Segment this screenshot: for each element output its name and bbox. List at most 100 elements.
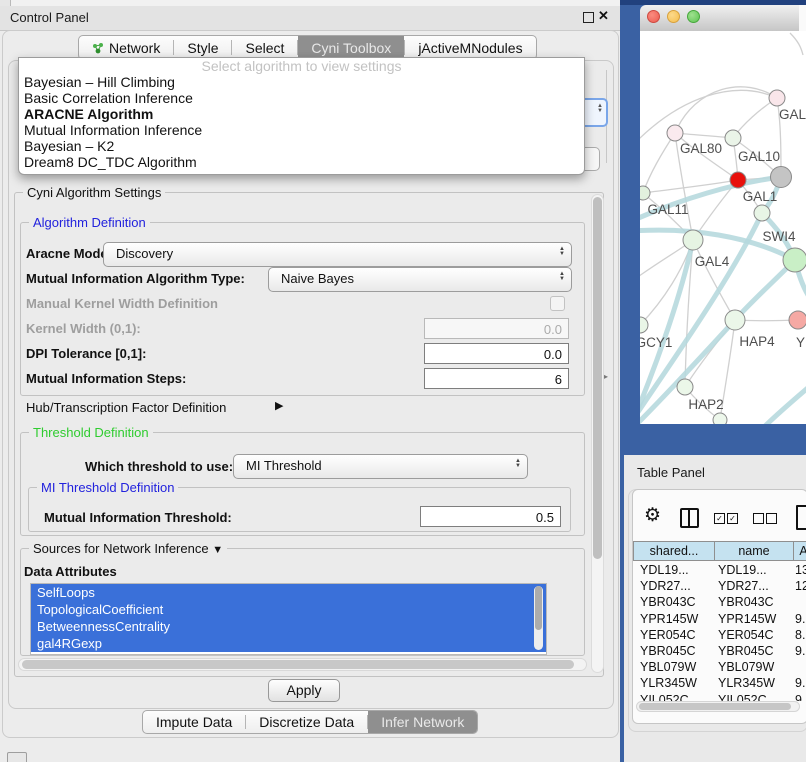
algorithm-option-bayesian-hill-climbing[interactable]: Bayesian – Hill Climbing [19, 74, 584, 90]
column-header-name[interactable]: name [714, 541, 793, 561]
network-node-gal10[interactable] [725, 130, 741, 146]
hidden-panel-button[interactable] [7, 752, 27, 762]
column-header-shared[interactable]: shared... [633, 541, 714, 561]
checked-checkbox-icon[interactable]: ✓ [727, 513, 738, 524]
close-icon[interactable]: ✕ [598, 8, 609, 24]
node-label: GAL4 [695, 254, 730, 269]
zoom-traffic-light[interactable] [687, 10, 700, 23]
network-node-hap4[interactable] [725, 310, 745, 330]
settings-hscrollbar[interactable] [18, 658, 587, 671]
attributes-scrollbar-thumb[interactable] [535, 586, 542, 630]
combo-spinner-icon: ▲▼ [559, 272, 565, 282]
settings-hscrollbar-thumb[interactable] [22, 660, 574, 669]
tab-infer-network[interactable]: Infer Network [368, 711, 477, 733]
split-columns-icon[interactable] [680, 508, 699, 528]
tab-select[interactable]: Select [232, 36, 297, 59]
network-node[interactable] [771, 167, 792, 188]
table-cell: YER054C [718, 627, 774, 643]
float-panel-icon[interactable] [583, 12, 594, 23]
table-cell: YDL19... [718, 562, 767, 578]
settings-scrollbar-thumb[interactable] [593, 197, 602, 559]
table-row[interactable]: YLR345WYLR345W9. [633, 675, 806, 691]
checked-checkbox-icon[interactable]: ✓ [714, 513, 725, 524]
expand-right-icon[interactable]: ▶ [275, 399, 283, 412]
dpi-tolerance-label: DPI Tolerance [0,1]: [26, 346, 146, 361]
attribute-item-selfloops[interactable]: SelfLoops [31, 584, 546, 601]
node-label: GAL80 [680, 141, 722, 156]
data-attributes-list[interactable]: SelfLoopsTopologicalCoefficientBetweenne… [30, 583, 547, 655]
node-label: SWI4 [762, 229, 795, 244]
splitter-collapse-icon[interactable]: ▸ [604, 372, 608, 381]
hub-section-label[interactable]: Hub/Transcription Factor Definition [26, 400, 226, 415]
algorithm-option-mutual-information-inference[interactable]: Mutual Information Inference [19, 122, 584, 138]
close-traffic-light[interactable] [647, 10, 660, 23]
network-node-gal11[interactable] [640, 186, 650, 200]
table-row[interactable]: YBR045CYBR045C9. [633, 643, 806, 659]
dpi-tolerance-field[interactable]: 0.0 [424, 343, 569, 364]
mi-threshold-field[interactable]: 0.5 [420, 506, 561, 527]
node-label: HAP4 [739, 334, 775, 349]
table-cell: 12 [795, 578, 806, 594]
mi-type-combo[interactable]: Naive Bayes ▲▼ [268, 267, 572, 292]
table-cell: 9. [795, 611, 805, 627]
table-row[interactable]: YDL19...YDL19...13 [633, 562, 806, 578]
aracne-mode-combo[interactable]: Discovery ▲▼ [103, 242, 572, 267]
network-window-titlebar[interactable] [640, 5, 799, 32]
table-row[interactable]: YBR043CYBR043C [633, 594, 806, 610]
tab-discretize-data[interactable]: Discretize Data [246, 711, 367, 733]
tab-impute-data[interactable]: Impute Data [143, 711, 245, 733]
tab-network[interactable]: Network [79, 36, 173, 59]
column-header-a[interactable]: A [793, 541, 806, 561]
network-canvas[interactable]: GALGAL80GAL10GAL1GAL11SWI4GAL4GCY1HAP4YH… [640, 31, 806, 424]
table-row[interactable]: YIL052CYIL052C9 [633, 692, 806, 702]
algorithm-definition-legend: Algorithm Definition [29, 215, 150, 230]
network-node-swi4[interactable] [754, 205, 770, 221]
table-hscrollbar-thumb[interactable] [639, 703, 791, 710]
network-node-hap2[interactable] [677, 379, 693, 395]
node-label: Y [796, 335, 805, 350]
mi-steps-label: Mutual Information Steps: [26, 371, 186, 386]
network-node[interactable] [783, 248, 806, 272]
tab-jactivemnodules[interactable]: jActiveMNodules [405, 36, 535, 59]
table-tool-icon[interactable] [796, 505, 806, 530]
kernel-width-field[interactable]: 0.0 [424, 318, 569, 339]
algorithm-option-basic-correlation-inference[interactable]: Basic Correlation Inference [19, 90, 584, 106]
node-label: HAP2 [688, 397, 723, 412]
gear-icon[interactable]: ⚙ [644, 504, 661, 527]
network-node-gal[interactable] [769, 90, 785, 106]
collapse-down-icon[interactable]: ▼ [212, 544, 223, 556]
table-row[interactable]: YER054CYER054C8. [633, 627, 806, 643]
network-node-gal80[interactable] [667, 125, 683, 141]
table-row[interactable]: YPR145WYPR145W9. [633, 611, 806, 627]
algorithm-option-aracne-algorithm[interactable]: ARACNE Algorithm [19, 106, 584, 122]
table-hscrollbar[interactable] [636, 701, 800, 712]
attribute-item-topologicalcoefficient[interactable]: TopologicalCoefficient [31, 601, 546, 618]
table-row[interactable]: YDR27...YDR27...12 [633, 578, 806, 594]
table-cell: YDR27... [640, 578, 691, 594]
attributes-scrollbar[interactable] [534, 586, 543, 650]
settings-scrollbar[interactable] [591, 194, 604, 673]
which-threshold-combo[interactable]: MI Threshold ▲▼ [233, 454, 528, 479]
tab-label: Select [245, 40, 284, 56]
algorithm-option-dream8-dc-tdc-algorithm[interactable]: Dream8 DC_TDC Algorithm [19, 154, 584, 170]
unchecked-checkbox-icon[interactable] [753, 513, 764, 524]
apply-button[interactable]: Apply [268, 679, 340, 702]
tab-style[interactable]: Style [174, 36, 231, 59]
table-cell: YBR045C [640, 643, 696, 659]
table-cell: YIL052C [640, 692, 689, 702]
network-node-gal1[interactable] [730, 172, 746, 188]
mi-steps-field[interactable]: 6 [424, 368, 569, 389]
network-node[interactable] [713, 413, 727, 424]
attribute-item-betweennesscentrality[interactable]: BetweennessCentrality [31, 618, 546, 635]
manual-kernel-checkbox[interactable] [550, 296, 565, 311]
minimize-traffic-light[interactable] [667, 10, 680, 23]
network-node-y[interactable] [789, 311, 806, 329]
algorithm-option-bayesian-k2[interactable]: Bayesian – K2 [19, 138, 584, 154]
network-node-gal4[interactable] [683, 230, 703, 250]
unchecked-checkbox-icon[interactable] [766, 513, 777, 524]
attribute-item-gal4rgexp[interactable]: gal4RGexp [31, 635, 546, 652]
sources-title: Sources for Network Inference [33, 541, 209, 556]
tab-cyni-toolbox[interactable]: Cyni Toolbox [298, 36, 404, 59]
table-row[interactable]: YBL079WYBL079W [633, 659, 806, 675]
network-node-gcy1[interactable] [640, 317, 648, 333]
